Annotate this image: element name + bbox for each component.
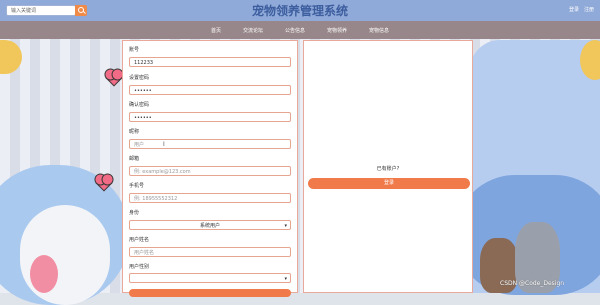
cloud-decoration-left-inner [20,205,110,305]
field-label: 设置密码 [129,75,150,81]
auth-links: 登录 注册 [569,6,594,13]
account-field[interactable]: 112233 [129,57,291,67]
field-label: 账号 [129,47,140,53]
nav-item-pets[interactable]: 宠物信息 [369,27,389,34]
field-label: 邮箱 [129,156,140,162]
field-label: 用户姓名 [129,237,150,243]
top-bar: 输入关键词 宠物领养管理系统 登录 注册 [0,0,600,21]
password-field[interactable]: •••••• [129,85,291,95]
watermark: CSDN @Code_Design [500,280,565,287]
confirm-password-field[interactable]: •••••• [129,112,291,122]
gender-select[interactable] [129,273,291,284]
register-button[interactable] [129,289,291,297]
main-nav: 首页 交流论坛 公告信息 宠物领养 宠物信息 [0,21,600,39]
login-button[interactable]: 登录 [308,178,470,189]
register-form: 账号 112233 设置密码 •••••• 确认密码 •••••• 昵称 用户 … [122,40,298,297]
have-account-text: 已有账户? [376,166,400,172]
login-panel: 已有账户? 登录 [303,40,473,293]
email-field[interactable]: 例: example@123.com [129,166,291,176]
role-select[interactable]: 系统用户 [129,220,291,231]
register-link[interactable]: 注册 [584,6,594,13]
page-title: 宠物领养管理系统 [251,4,348,18]
nickname-field[interactable]: 用户 [129,139,291,149]
nav-item-forum[interactable]: 交流论坛 [243,27,263,34]
field-label: 手机号 [129,183,145,189]
field-label: 用户性别 [129,264,150,270]
field-label: 身份 [129,210,140,216]
field-label: 确认密码 [129,102,150,108]
login-link[interactable]: 登录 [569,6,579,13]
username-field[interactable]: 用户姓名 [129,247,291,257]
nav-item-home[interactable]: 首页 [211,27,221,34]
phone-field[interactable]: 例: 18955552312 [129,193,291,203]
nav-item-adopt[interactable]: 宠物领养 [327,27,347,34]
nav-item-notice[interactable]: 公告信息 [285,27,305,34]
text-cursor-icon: I [163,141,165,148]
field-label: 昵称 [129,129,140,135]
pink-ball-decoration [30,255,58,293]
